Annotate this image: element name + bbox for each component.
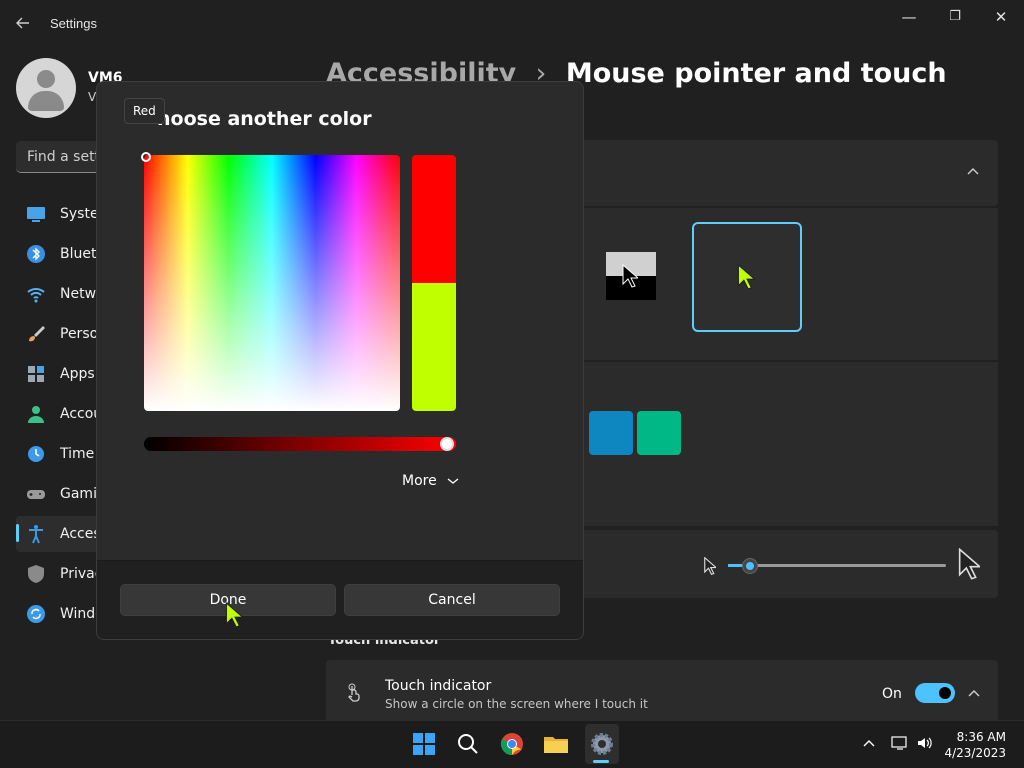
new-color	[412, 283, 456, 411]
shield-icon	[28, 565, 44, 583]
windows-logo-icon	[413, 733, 435, 755]
touch-indicator-title: Touch indicator	[385, 678, 492, 694]
toggle-knob	[939, 687, 951, 699]
sidebar-item-label: Apps	[60, 366, 95, 382]
chevron-up-icon[interactable]	[967, 688, 981, 698]
swatch-green[interactable]	[637, 411, 681, 455]
close-button[interactable]: ✕	[978, 6, 1024, 28]
sidebar-item-label: Perso	[60, 326, 99, 342]
chevron-down-icon	[447, 478, 459, 484]
gear-icon	[591, 733, 613, 755]
chevron-up-icon[interactable]	[966, 164, 980, 180]
file-explorer-button[interactable]	[540, 728, 572, 760]
color-spectrum[interactable]	[144, 155, 400, 411]
avatar-body	[28, 91, 64, 111]
accessibility-icon	[29, 525, 43, 544]
touch-indicator-state: On	[882, 686, 902, 702]
apps-icon	[28, 366, 44, 382]
title-bar	[0, 0, 1024, 48]
more-button[interactable]: More	[402, 473, 459, 489]
previous-color	[412, 155, 456, 283]
swatch-blue[interactable]	[589, 411, 633, 455]
pointer-style-custom-selected[interactable]	[692, 222, 802, 332]
account-icon	[28, 406, 44, 423]
avatar[interactable]	[16, 58, 76, 118]
mouse-cursor-icon	[225, 602, 243, 628]
sidebar-item-label: Acces	[60, 526, 101, 542]
bluetooth-icon	[27, 245, 45, 263]
breadcrumb-current: Mouse pointer and touch	[565, 58, 947, 89]
update-icon	[27, 605, 45, 623]
cancel-button[interactable]: Cancel	[344, 584, 560, 616]
minimize-button[interactable]: —	[886, 6, 932, 28]
search-icon	[458, 734, 478, 754]
touch-hand-icon	[348, 683, 360, 702]
pointer-size-track[interactable]	[728, 564, 946, 567]
search-placeholder: Find a setti	[27, 149, 104, 165]
back-button[interactable]	[14, 14, 34, 34]
brightness-thumb[interactable]	[440, 437, 454, 451]
active-app-indicator	[593, 760, 609, 763]
start-button[interactable]	[408, 728, 440, 760]
cursor-custom-icon	[737, 264, 755, 290]
touch-indicator-desc: Show a circle on the screen where I touc…	[385, 697, 648, 711]
settings-button[interactable]	[586, 728, 618, 760]
brightness-slider[interactable]	[144, 437, 456, 451]
more-label: More	[402, 473, 437, 489]
arrow-left-icon	[16, 17, 29, 29]
maximize-button[interactable]: ❐	[932, 6, 978, 28]
spectrum-selector[interactable]	[141, 152, 151, 162]
sidebar-item-label: Time	[60, 446, 95, 462]
clock-time: 8:36 AM	[956, 730, 1006, 744]
network-tray-icon[interactable]	[891, 735, 909, 751]
avatar-head	[37, 70, 55, 88]
clock-icon	[28, 446, 44, 462]
touch-indicator-toggle[interactable]	[915, 683, 955, 703]
small-cursor-icon	[704, 557, 716, 575]
pointer-style-inverted[interactable]	[576, 221, 686, 331]
user-email: V	[88, 90, 97, 104]
clock-date: 4/23/2023	[944, 746, 1006, 760]
network-icon	[27, 288, 45, 303]
large-cursor-icon	[958, 548, 980, 580]
chevron-up-icon[interactable]	[862, 738, 876, 748]
active-indicator	[16, 524, 19, 542]
gamepad-icon	[27, 490, 45, 499]
chrome-icon	[500, 733, 523, 755]
chrome-button[interactable]	[496, 728, 528, 760]
clock[interactable]: 8:36 AM 4/23/2023	[944, 729, 1006, 761]
dialog-title: hoose another color	[157, 108, 372, 130]
system-icon	[27, 207, 45, 222]
pointer-size-thumb[interactable]	[742, 558, 758, 574]
app-title: Settings	[50, 16, 97, 31]
volume-icon[interactable]	[916, 735, 934, 751]
brush-icon	[29, 326, 45, 342]
folder-icon	[544, 737, 568, 753]
cursor-inverted-icon	[622, 264, 638, 288]
color-tooltip: Red	[124, 98, 165, 124]
color-preview	[412, 155, 456, 411]
search-button[interactable]	[452, 728, 484, 760]
